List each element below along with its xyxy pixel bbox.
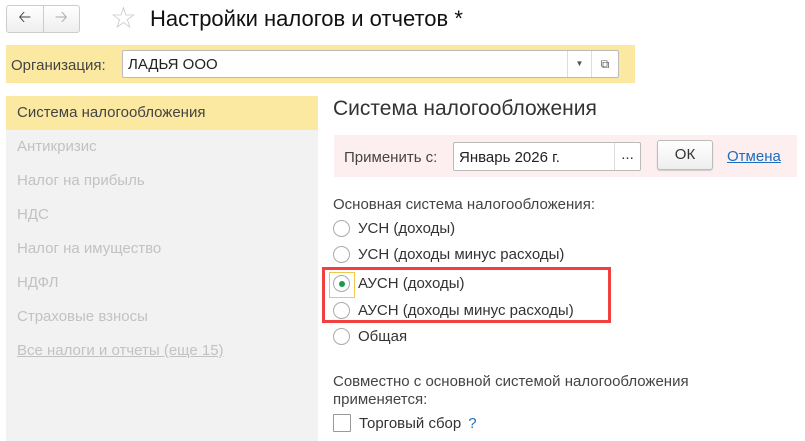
- radio-circle[interactable]: [333, 328, 350, 345]
- sidebar-item-property-tax[interactable]: Налог на имущество: [6, 232, 318, 266]
- apply-date-field[interactable]: Январь 2026 г. ...: [453, 142, 641, 171]
- radio-usn-income-minus-expenses[interactable]: УСН (доходы минус расходы): [333, 246, 564, 263]
- sidebar: Система налогообложения Антикризис Налог…: [6, 96, 318, 441]
- arrow-left-icon: 🡠: [18, 8, 32, 26]
- cancel-link[interactable]: Отмена: [727, 148, 781, 165]
- forward-button[interactable]: 🡢: [44, 6, 80, 32]
- apply-panel: Применить с: Январь 2026 г. ... ОК Отмен…: [334, 135, 797, 177]
- organization-value: ЛАДЬЯ ООО: [128, 56, 218, 73]
- radio-label: Общая: [358, 328, 408, 345]
- apply-date-value: Январь 2026 г.: [459, 149, 560, 166]
- additional-label-2: применяется:: [333, 391, 428, 408]
- trade-fee-label: Торговый сбор: [359, 414, 462, 432]
- radio-label: УСН (доходы): [358, 220, 456, 237]
- organization-field[interactable]: ЛАДЬЯ ООО ▼ ⧉: [122, 50, 619, 78]
- sidebar-item-anticrisis[interactable]: Антикризис: [6, 130, 318, 164]
- section-title: Система налогообложения: [333, 97, 597, 120]
- additional-label: Совместно с основной системой налогообло…: [333, 373, 689, 390]
- annotation-highlight-box: [322, 267, 611, 323]
- trade-fee-checkbox[interactable]: [333, 414, 351, 432]
- open-icon[interactable]: ⧉: [591, 51, 618, 77]
- radio-usn-income[interactable]: УСН (доходы): [333, 220, 455, 237]
- sidebar-item-insurance[interactable]: Страховые взносы: [6, 300, 318, 334]
- back-button[interactable]: 🡠: [7, 6, 44, 32]
- star-icon[interactable]: ☆: [110, 2, 137, 36]
- help-icon[interactable]: ?: [468, 415, 476, 432]
- radio-general[interactable]: Общая: [333, 328, 407, 345]
- navigation-buttons: 🡠 🡢: [6, 5, 80, 33]
- ok-button[interactable]: ОК: [657, 140, 713, 170]
- chevron-down-icon[interactable]: ▼: [567, 51, 591, 77]
- arrow-right-icon: 🡢: [54, 8, 68, 26]
- radio-circle[interactable]: [333, 220, 350, 237]
- apply-label: Применить с:: [344, 149, 438, 166]
- trade-fee-checkbox-row[interactable]: Торговый сбор?: [333, 414, 477, 432]
- sidebar-item-vat[interactable]: НДС: [6, 198, 318, 232]
- organization-label: Организация:: [11, 57, 106, 74]
- select-date-button[interactable]: ...: [614, 143, 640, 170]
- sidebar-item-tax-system[interactable]: Система налогообложения: [6, 96, 318, 130]
- sidebar-item-all-taxes[interactable]: Все налоги и отчеты (еще 15): [6, 334, 318, 368]
- organization-bar: Организация: ЛАДЬЯ ООО ▼ ⧉: [6, 45, 635, 83]
- sidebar-item-ndfl[interactable]: НДФЛ: [6, 266, 318, 300]
- tax-system-label: Основная система налогообложения:: [333, 196, 595, 213]
- radio-label: УСН (доходы минус расходы): [358, 246, 565, 263]
- sidebar-item-profit-tax[interactable]: Налог на прибыль: [6, 164, 318, 198]
- page-title: Настройки налогов и отчетов *: [150, 6, 463, 31]
- radio-circle[interactable]: [333, 246, 350, 263]
